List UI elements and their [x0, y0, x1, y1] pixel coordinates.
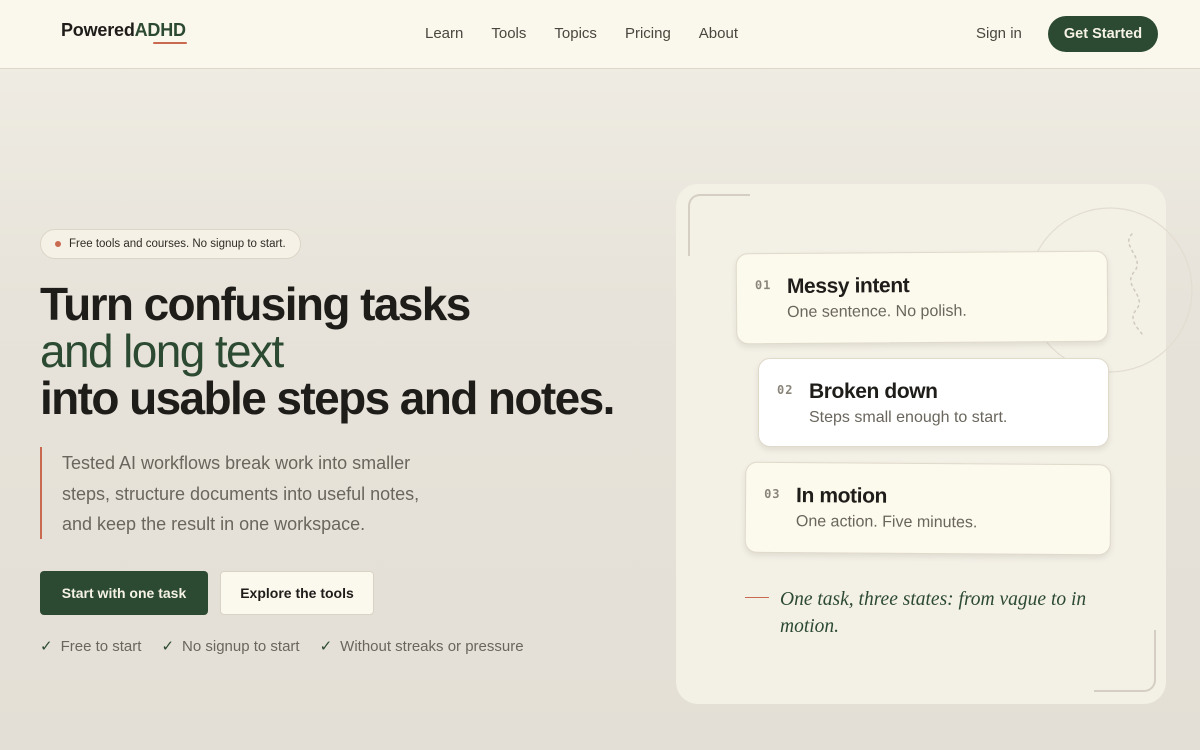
status-dot: [55, 241, 61, 247]
nav-link-tools[interactable]: Tools: [491, 24, 526, 44]
logo[interactable]: PoweredADHD: [61, 20, 186, 41]
hero-description: Tested AI workflows break work into smal…: [62, 453, 420, 534]
step-card: 01 Messy intent One sentence. No polish.: [735, 250, 1109, 345]
corner-bracket-top-left: [688, 194, 750, 256]
check-item: ✓ Without streaks or pressure: [320, 637, 524, 657]
step-number: 01: [754, 278, 772, 293]
headline-line-2: and long text: [40, 325, 284, 377]
main-nav: Learn Tools Topics Pricing About: [425, 24, 766, 44]
announcement-pill: Free tools and courses. No signup to sta…: [40, 229, 301, 259]
get-started-button[interactable]: Get Started: [1048, 16, 1158, 52]
nav-link-pricing[interactable]: Pricing: [625, 24, 671, 44]
nav-link-about[interactable]: About: [699, 24, 738, 44]
logo-text-adhd: ADHD: [134, 20, 186, 40]
logo-underline: [153, 42, 187, 44]
feature-checks: ✓ Free to start ✓ No signup to start ✓ With…: [40, 637, 544, 657]
checkmark-icon: ✓: [40, 638, 53, 655]
check-label: Free to start: [60, 638, 142, 655]
check-item: ✓ Free to start: [40, 637, 141, 657]
site-header: PoweredADHD Learn Tools Topics Pricing A…: [0, 0, 1200, 69]
step-card: 03 In motion One action. Five minutes.: [744, 461, 1112, 556]
step-number: 03: [764, 486, 781, 501]
headline-line-1: Turn confusing tasks: [40, 278, 471, 330]
check-label: No signup to start: [182, 638, 300, 655]
check-label: Without streaks or pressure: [340, 638, 524, 655]
step-number: 02: [777, 383, 794, 397]
logo-text-powered: Powered: [61, 20, 135, 40]
headline-line-3: into usable steps and notes.: [40, 372, 615, 424]
nav-link-topics[interactable]: Topics: [554, 24, 597, 44]
step-title: Messy intent: [786, 274, 910, 298]
step-subtitle: One sentence. No polish.: [787, 302, 967, 321]
step-card: 02 Broken down Steps small enough to sta…: [758, 358, 1109, 447]
checkmark-icon: ✓: [161, 638, 175, 655]
nav-link-learn[interactable]: Learn: [425, 24, 463, 44]
step-subtitle: One action. Five minutes.: [795, 513, 978, 532]
start-task-button[interactable]: Start with one task: [40, 571, 208, 615]
explore-tools-button[interactable]: Explore the tools: [220, 571, 374, 615]
panel-caption: One task, three states: from vague to in…: [780, 589, 1087, 637]
caption-dash: [745, 597, 769, 598]
step-subtitle: Steps small enough to start.: [809, 409, 1008, 426]
step-title: In motion: [796, 484, 888, 508]
announcement-text: Free tools and courses. No signup to sta…: [69, 238, 286, 250]
lead-accent-bar: [40, 447, 42, 539]
checkmark-icon: ✓: [319, 638, 333, 655]
check-item: ✓ No signup to start: [161, 637, 299, 657]
step-title: Broken down: [809, 380, 938, 403]
sign-in-link[interactable]: Sign in: [976, 24, 1022, 44]
hero-headline: Turn confusing tasks and long text into …: [40, 281, 660, 422]
